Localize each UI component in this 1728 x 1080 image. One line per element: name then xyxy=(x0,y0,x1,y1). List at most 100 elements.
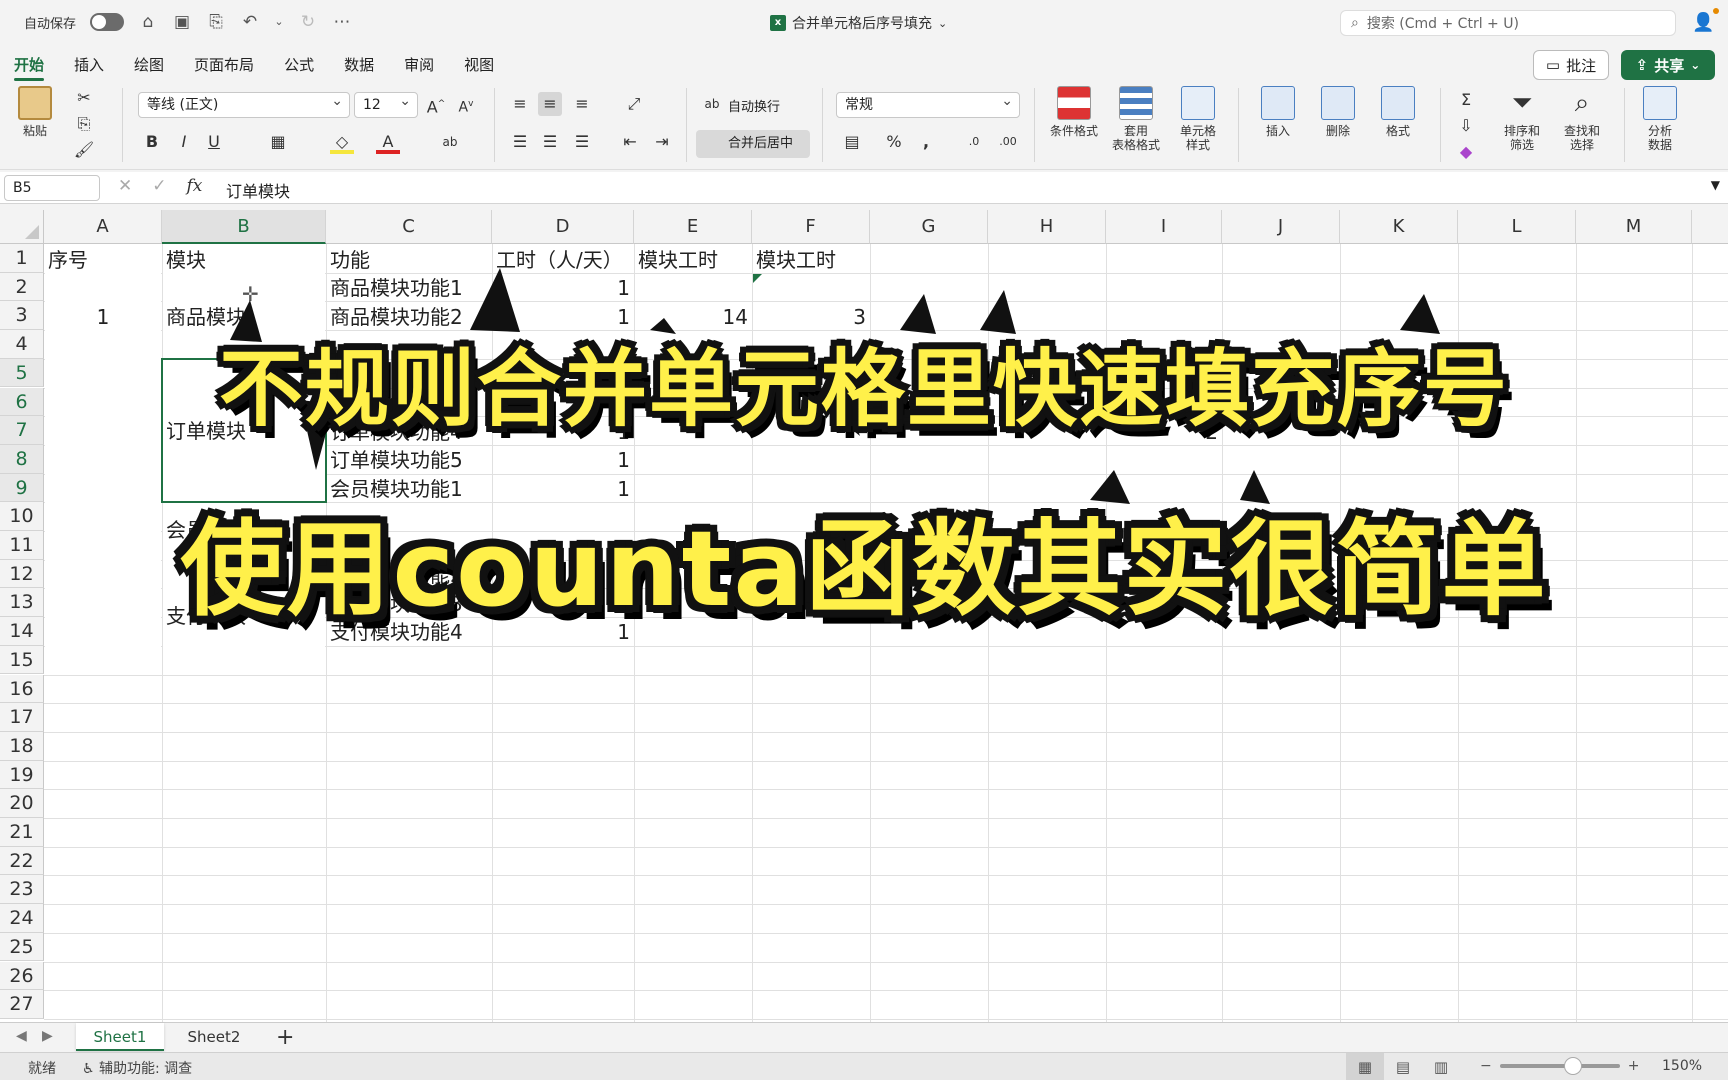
zoom-out-icon[interactable]: − xyxy=(1480,1058,1492,1074)
sort-filter-button[interactable]: ⏷ 排序和 筛选 xyxy=(1494,86,1550,152)
align-middle-icon[interactable]: ≡ xyxy=(538,92,562,116)
confirm-icon[interactable]: ✓ xyxy=(152,176,166,196)
merge-center-button[interactable]: 合并后居中 xyxy=(696,130,810,158)
bold-icon[interactable]: B xyxy=(140,130,164,154)
row-header-1[interactable]: 1 xyxy=(0,244,44,273)
share-button[interactable]: ⇪ 共享 ⌄ xyxy=(1621,50,1715,80)
underline-icon[interactable]: U xyxy=(202,130,226,154)
font-name-select[interactable]: 等线 (正文) xyxy=(138,89,350,118)
row-header-25[interactable]: 25 xyxy=(0,932,44,962)
accounting-format-icon[interactable]: ▤ xyxy=(840,130,864,154)
column-header-h[interactable]: H xyxy=(988,210,1106,244)
cell-c1[interactable]: 功能 xyxy=(330,246,370,274)
cell-c9[interactable]: 订单模块功能5 xyxy=(330,446,463,474)
sheet-tab-sheet2[interactable]: Sheet2 xyxy=(170,1023,258,1051)
row-header-20[interactable]: 20 xyxy=(0,789,44,818)
row-header-27[interactable]: 27 xyxy=(0,990,44,1019)
cell-d9[interactable]: 1 xyxy=(492,446,630,474)
column-header-d[interactable]: D xyxy=(492,210,634,244)
row-header-8[interactable]: 8 xyxy=(0,444,44,474)
wrap-text-button[interactable]: 自动换行 xyxy=(728,96,780,115)
format-painter-icon[interactable]: 🖌 xyxy=(72,138,96,162)
cell-styles-button[interactable]: 单元格 样式 xyxy=(1170,86,1226,152)
row-header-15[interactable]: 15 xyxy=(0,645,44,675)
cell-d1[interactable]: 工时（人/天） xyxy=(496,246,623,274)
row-header-21[interactable]: 21 xyxy=(0,818,44,847)
cell-c2[interactable]: 商品模块功能1 xyxy=(330,274,463,302)
tab-review[interactable]: 审阅 xyxy=(404,48,434,81)
column-header-g[interactable]: G xyxy=(870,210,988,244)
clear-icon[interactable]: ◆ xyxy=(1454,140,1478,164)
undo-dropdown-icon[interactable]: ⌄ xyxy=(274,12,284,32)
autosum-icon[interactable]: Σ xyxy=(1454,88,1478,112)
tab-draw[interactable]: 绘图 xyxy=(134,48,164,81)
align-bottom-icon[interactable]: ≡ xyxy=(570,92,594,116)
font-size-select[interactable]: 12 xyxy=(354,89,418,118)
column-header-f[interactable]: F xyxy=(752,210,870,244)
format-as-table-button[interactable]: 套用 表格格式 xyxy=(1108,86,1164,152)
name-box[interactable]: B5 xyxy=(4,175,100,201)
align-top-icon[interactable]: ≡ xyxy=(508,92,532,116)
normal-view-icon[interactable]: ▦ xyxy=(1346,1053,1384,1080)
align-right-icon[interactable]: ☰ xyxy=(570,130,594,154)
row-header-24[interactable]: 24 xyxy=(0,904,44,933)
row-header-16[interactable]: 16 xyxy=(0,674,44,704)
decrease-decimal-icon[interactable]: .00 xyxy=(996,130,1020,154)
undo-icon[interactable]: ↶ xyxy=(240,12,260,32)
column-header-m[interactable]: M xyxy=(1576,210,1692,244)
account-icon[interactable]: 👤 xyxy=(1692,12,1714,33)
cancel-icon[interactable]: ✕ xyxy=(118,176,132,196)
format-cells-button[interactable]: 格式 xyxy=(1370,86,1426,138)
zoom-percent[interactable]: 150% xyxy=(1662,1058,1702,1074)
phonetic-icon[interactable]: ab xyxy=(438,130,462,154)
cell-a1[interactable]: 序号 xyxy=(48,246,88,274)
increase-decimal-icon[interactable]: .0 xyxy=(962,130,986,154)
align-center-icon[interactable]: ☰ xyxy=(538,130,562,154)
row-header-18[interactable]: 18 xyxy=(0,731,44,761)
tab-view[interactable]: 视图 xyxy=(464,48,494,81)
insert-function-icon[interactable]: fx xyxy=(187,176,203,196)
find-select-button[interactable]: ⌕ 查找和 选择 xyxy=(1554,86,1610,152)
document-title[interactable]: x 合并单元格后序号填充 ⌄ xyxy=(770,13,947,33)
expand-formula-icon[interactable]: ▼ xyxy=(1711,178,1720,192)
tab-insert[interactable]: 插入 xyxy=(74,48,104,81)
fill-color-icon[interactable]: ◇ xyxy=(330,130,354,154)
font-color-icon[interactable]: A xyxy=(376,130,400,154)
save-icon[interactable]: ▣ xyxy=(172,12,192,32)
cell-e1[interactable]: 模块工时 xyxy=(638,246,718,274)
formula-input[interactable]: 订单模块 xyxy=(226,178,290,202)
column-header-a[interactable]: A xyxy=(44,210,162,244)
comma-style-icon[interactable]: , xyxy=(914,130,938,154)
more-icon[interactable]: ⋯ xyxy=(332,12,352,32)
add-sheet-button[interactable]: + xyxy=(276,1025,294,1050)
page-layout-view-icon[interactable]: ▤ xyxy=(1384,1053,1422,1080)
column-header-i[interactable]: I xyxy=(1106,210,1222,244)
row-header-17[interactable]: 17 xyxy=(0,703,44,732)
orientation-icon[interactable]: ⤢ xyxy=(622,92,646,116)
row-header-23[interactable]: 23 xyxy=(0,875,44,905)
increase-font-icon[interactable]: A^ xyxy=(424,92,448,116)
column-header-j[interactable]: J xyxy=(1222,210,1340,244)
column-header-c[interactable]: C xyxy=(326,210,492,244)
save-as-icon[interactable]: ⎘ xyxy=(206,12,226,32)
redo-icon[interactable]: ↻ xyxy=(298,12,318,32)
row-header-19[interactable]: 19 xyxy=(0,760,44,790)
tab-data[interactable]: 数据 xyxy=(344,48,374,81)
copy-icon[interactable]: ⎘ xyxy=(72,112,96,136)
page-break-view-icon[interactable]: ▥ xyxy=(1422,1053,1460,1080)
cell-b1[interactable]: 模块 xyxy=(166,246,206,274)
autosave-toggle[interactable] xyxy=(90,13,125,31)
prev-sheet-icon[interactable]: ◀ xyxy=(16,1028,27,1044)
analyze-data-button[interactable]: 分析 数据 xyxy=(1632,86,1688,152)
zoom-slider-knob[interactable] xyxy=(1563,1057,1582,1075)
column-header-b[interactable]: B xyxy=(162,210,326,244)
tab-home[interactable]: 开始 xyxy=(14,48,45,81)
zoom-slider[interactable] xyxy=(1499,1057,1620,1075)
align-left-icon[interactable]: ☰ xyxy=(508,130,532,154)
decrease-indent-icon[interactable]: ⇤ xyxy=(618,130,642,154)
home-icon[interactable]: ⌂ xyxy=(138,12,158,32)
comment-button[interactable]: ▭ 批注 xyxy=(1533,50,1609,80)
next-sheet-icon[interactable]: ▶ xyxy=(42,1028,53,1044)
number-format-select[interactable]: 常规 xyxy=(836,89,1020,118)
cut-icon[interactable]: ✂ xyxy=(72,86,96,110)
